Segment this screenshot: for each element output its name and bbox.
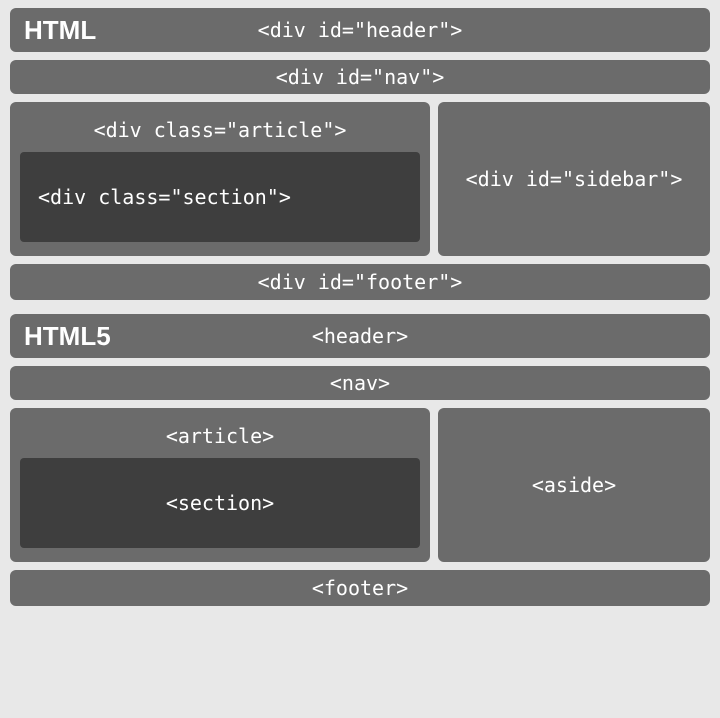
html5-title: HTML5: [24, 321, 111, 352]
html4-header-box: HTML <div id="header">: [10, 8, 710, 52]
html4-article-label: <div class="article">: [20, 112, 420, 152]
html5-nav-label: <nav>: [330, 371, 390, 395]
html4-footer-label: <div id="footer">: [258, 270, 463, 294]
html4-section-label: <div class="section">: [38, 185, 291, 209]
html4-header-label: <div id="header">: [258, 18, 463, 42]
html4-title: HTML: [24, 15, 96, 46]
html5-panel: HTML5 <header> <nav> <article> <section>…: [10, 314, 710, 606]
html5-footer-box: <footer>: [10, 570, 710, 606]
html5-article-label: <article>: [20, 418, 420, 458]
html5-middle-row: <article> <section> <aside>: [10, 408, 710, 562]
html4-panel: HTML <div id="header"> <div id="nav"> <d…: [10, 8, 710, 300]
html4-middle-row: <div class="article"> <div class="sectio…: [10, 102, 710, 256]
html4-nav-box: <div id="nav">: [10, 60, 710, 94]
html5-section-box: <section>: [20, 458, 420, 548]
html4-footer-box: <div id="footer">: [10, 264, 710, 300]
html4-nav-label: <div id="nav">: [276, 65, 445, 89]
html5-sidebar-box: <aside>: [438, 408, 710, 562]
html5-header-label: <header>: [312, 324, 408, 348]
html5-section-label: <section>: [166, 491, 274, 515]
html4-section-box: <div class="section">: [20, 152, 420, 242]
html5-header-box: HTML5 <header>: [10, 314, 710, 358]
html4-sidebar-box: <div id="sidebar">: [438, 102, 710, 256]
html5-nav-box: <nav>: [10, 366, 710, 400]
html5-article-box: <article> <section>: [10, 408, 430, 562]
html5-sidebar-label: <aside>: [532, 473, 616, 497]
html5-footer-label: <footer>: [312, 576, 408, 600]
html4-article-box: <div class="article"> <div class="sectio…: [10, 102, 430, 256]
html4-sidebar-label: <div id="sidebar">: [466, 167, 683, 191]
